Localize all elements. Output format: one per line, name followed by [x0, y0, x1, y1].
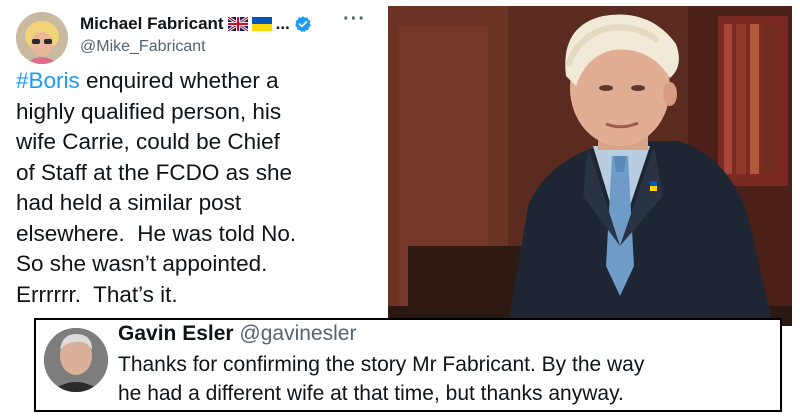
ukraine-flag-icon: [251, 17, 272, 31]
author-name-row[interactable]: Michael Fabricant ...: [80, 14, 312, 34]
verified-badge-icon: [294, 16, 311, 33]
reply-author-name[interactable]: Gavin Esler: [118, 322, 234, 345]
author-handle[interactable]: @Mike_Fabricant: [80, 38, 206, 56]
reply-text-line-1: Thanks for confirming the story Mr Fabri…: [118, 353, 645, 376]
name-truncation: ...: [275, 14, 290, 33]
interview-photo: [388, 6, 792, 326]
reply-tweet-card: Gavin Esler @gavinesler Thanks for confi…: [34, 318, 782, 412]
tweet-text: #Boris enquired whether a highly qualifi…: [16, 66, 378, 310]
uk-flag-icon: [227, 17, 248, 31]
reply-author-avatar[interactable]: [44, 328, 108, 392]
reply-text: Thanks for confirming the story Mr Fabri…: [118, 350, 778, 408]
tweet-text-body: enquired whether a highly qualified pers…: [16, 68, 297, 307]
reply-text-line-2: he had a different wife at that time, bu…: [118, 382, 624, 405]
hashtag-link[interactable]: #Boris: [16, 68, 80, 93]
reply-author-row: Gavin Esler @gavinesler: [118, 322, 356, 346]
reply-author-handle[interactable]: @gavinesler: [239, 322, 356, 345]
author-avatar[interactable]: [16, 12, 68, 64]
more-options-icon[interactable]: ···: [343, 8, 366, 31]
author-name[interactable]: Michael Fabricant: [80, 14, 224, 34]
